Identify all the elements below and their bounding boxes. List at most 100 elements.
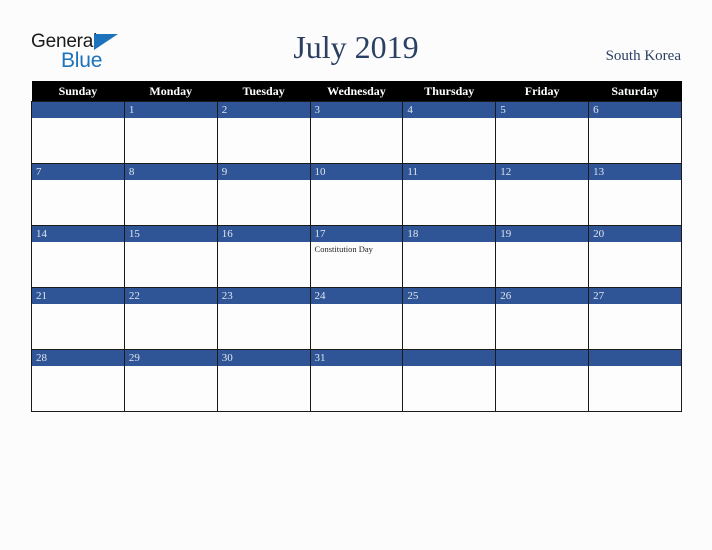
day-number: 5 (496, 102, 589, 118)
day-cell-content: 15 (124, 226, 217, 287)
day-number: 24 (310, 288, 403, 304)
day-number: 31 (310, 350, 403, 366)
day-cell-content: 20 (589, 226, 681, 287)
day-number: 11 (403, 164, 496, 180)
day-number: 25 (403, 288, 496, 304)
day-cell-content: 30 (217, 350, 310, 411)
day-cell-content: 27 (589, 288, 681, 349)
calendar-day-cell[interactable]: 10 (309, 163, 404, 226)
calendar-day-cell[interactable]: 1 (123, 101, 218, 164)
calendar-day-cell[interactable]: 11 (402, 163, 497, 226)
weekday-header-wednesday: Wednesday (310, 81, 403, 102)
calendar-day-cell[interactable]: 9 (216, 163, 311, 226)
calendar-week-row: 14 15 16 17 Constitution Day 18 19 20 (31, 225, 682, 288)
day-cell-content: 12 (496, 164, 589, 225)
day-cell-content: 5 (496, 102, 589, 163)
calendar-day-cell[interactable]: 7 (31, 163, 125, 226)
calendar-day-cell[interactable]: 16 (216, 225, 311, 288)
calendar-day-cell[interactable]: 17 Constitution Day (309, 225, 404, 288)
calendar-day-cell[interactable] (588, 349, 682, 412)
calendar-body: 1 2 3 4 5 6 7 8 9 10 11 12 13 14 15 16 17 Constitution Da… (31, 101, 682, 412)
day-events: Constitution Day (311, 242, 403, 255)
day-cell-content: 31 (310, 350, 403, 411)
weekday-header-friday: Friday (495, 81, 589, 102)
day-cell-content: 9 (217, 164, 310, 225)
day-events (125, 304, 217, 306)
calendar-day-cell[interactable]: 14 (31, 225, 125, 288)
day-events (125, 242, 217, 244)
day-number: 12 (496, 164, 589, 180)
day-number: 18 (403, 226, 496, 242)
day-number: 6 (589, 102, 681, 118)
day-events (496, 180, 588, 182)
calendar-day-cell[interactable]: 25 (402, 287, 497, 350)
calendar-day-cell[interactable] (495, 349, 590, 412)
day-number: 1 (124, 102, 217, 118)
calendar-day-cell[interactable]: 18 (402, 225, 497, 288)
day-cell-content: 22 (124, 288, 217, 349)
day-number: 14 (32, 226, 124, 242)
day-number: 22 (124, 288, 217, 304)
day-events (589, 242, 681, 244)
day-cell-content (403, 350, 496, 411)
day-events (589, 180, 681, 182)
day-events (311, 180, 403, 182)
calendar-day-cell[interactable]: 2 (216, 101, 311, 164)
calendar-day-cell[interactable]: 8 (123, 163, 218, 226)
day-events (125, 180, 217, 182)
day-events (218, 304, 310, 306)
calendar-day-cell[interactable]: 21 (31, 287, 125, 350)
calendar-day-cell[interactable]: 27 (588, 287, 682, 350)
calendar-day-cell[interactable]: 19 (495, 225, 590, 288)
calendar-day-cell[interactable]: 23 (216, 287, 311, 350)
day-cell-content: 13 (589, 164, 681, 225)
calendar-day-cell[interactable]: 4 (402, 101, 497, 164)
day-number: 3 (310, 102, 403, 118)
calendar-day-cell[interactable]: 28 (31, 349, 125, 412)
day-events (403, 118, 495, 120)
day-cell-content: 26 (496, 288, 589, 349)
calendar-week-row: 123456 (31, 101, 682, 164)
day-number: 16 (217, 226, 310, 242)
event-label: Constitution Day (314, 244, 373, 254)
day-events (311, 118, 403, 120)
calendar-day-cell[interactable]: 30 (216, 349, 311, 412)
day-number: 15 (124, 226, 217, 242)
day-events (496, 242, 588, 244)
day-number: 21 (32, 288, 124, 304)
day-events (496, 366, 588, 368)
day-events (125, 118, 217, 120)
weekday-header-thursday: Thursday (402, 81, 496, 102)
day-events (32, 242, 124, 244)
day-number: 7 (32, 164, 124, 180)
calendar-day-cell[interactable] (31, 101, 125, 164)
day-number: 28 (32, 350, 124, 366)
calendar-day-cell[interactable]: 6 (588, 101, 682, 164)
day-events (218, 118, 310, 120)
day-cell-content: 25 (403, 288, 496, 349)
day-events (218, 242, 310, 244)
day-events (32, 366, 124, 368)
calendar-day-cell[interactable]: 26 (495, 287, 590, 350)
calendar-day-cell[interactable]: 22 (123, 287, 218, 350)
day-cell-content: 2 (217, 102, 310, 163)
calendar-day-cell[interactable]: 12 (495, 163, 590, 226)
calendar-day-cell[interactable]: 13 (588, 163, 682, 226)
day-events (32, 180, 124, 182)
calendar-day-cell[interactable]: 3 (309, 101, 404, 164)
calendar-day-cell[interactable]: 15 (123, 225, 218, 288)
day-cell-content: 11 (403, 164, 496, 225)
day-events (218, 366, 310, 368)
day-cell-content: 28 (32, 350, 124, 411)
day-cell-content: 29 (124, 350, 217, 411)
calendar-day-cell[interactable]: 31 (309, 349, 404, 412)
calendar-day-cell[interactable]: 29 (123, 349, 218, 412)
calendar-day-cell[interactable]: 24 (309, 287, 404, 350)
calendar-day-cell[interactable]: 5 (495, 101, 590, 164)
day-number: 19 (496, 226, 589, 242)
calendar-day-cell[interactable]: 20 (588, 225, 682, 288)
calendar-day-cell[interactable] (402, 349, 497, 412)
day-events (403, 180, 495, 182)
day-number: 13 (589, 164, 681, 180)
weekday-header-tuesday: Tuesday (217, 81, 311, 102)
